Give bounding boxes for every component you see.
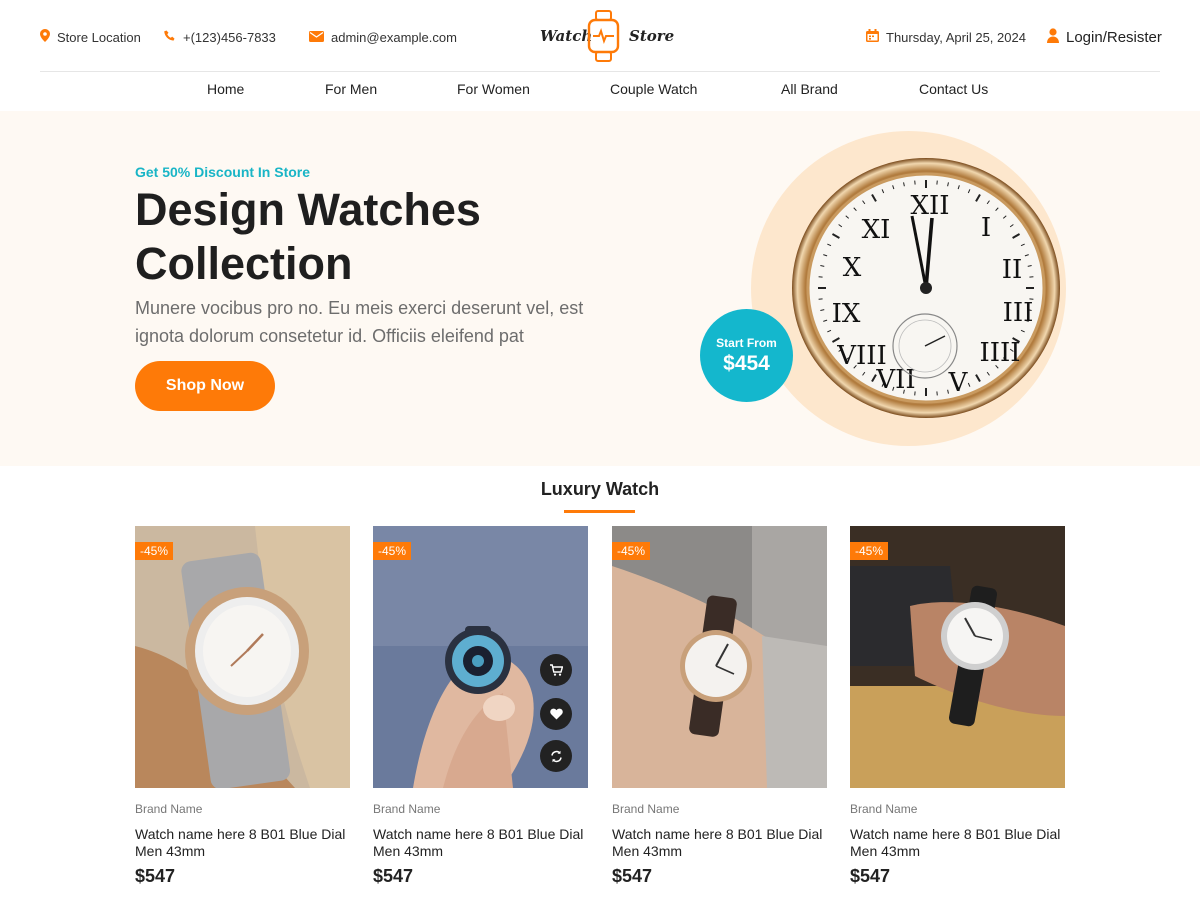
- phone-number: +(123)456-7833: [183, 29, 276, 45]
- logo-text-left: Watch: [540, 27, 593, 45]
- login-label: Login/Resister: [1066, 28, 1162, 46]
- pocket-watch-image: XII I II III IIII V VII VIII IX X XI: [790, 156, 1070, 424]
- main-nav: Home For Men For Women Couple Watch All …: [0, 73, 1200, 111]
- promo-text: Get 50% Discount In Store: [135, 164, 311, 180]
- svg-text:IIII: IIII: [979, 338, 1020, 368]
- map-pin-icon: [40, 29, 50, 45]
- hero-description: Munere vocibus pro no. Eu meis exerci de…: [135, 298, 584, 346]
- store-location-link[interactable]: Store Location: [40, 27, 141, 47]
- site-logo[interactable]: Watch Store: [540, 10, 674, 67]
- product-card[interactable]: -45% Brand Name Watch name here 8 B01 Bl…: [612, 526, 827, 896]
- product-name[interactable]: Watch name here 8 B01 Blue Dial Men 43mm: [135, 826, 350, 860]
- product-price: $547: [373, 866, 414, 886]
- product-price: $547: [612, 866, 653, 886]
- svg-text:VIII: VIII: [836, 341, 887, 371]
- section-title: Luxury Watch: [540, 479, 660, 499]
- nav-item-couple-watch[interactable]: Couple Watch: [610, 81, 697, 97]
- watch-logo-icon: [587, 10, 620, 67]
- discount-badge: -45%: [850, 542, 889, 560]
- product-image[interactable]: -45%: [373, 526, 588, 788]
- add-to-cart-button[interactable]: [540, 654, 572, 686]
- brand-name: Brand Name: [850, 802, 918, 816]
- heart-icon: [549, 708, 563, 720]
- svg-text:I: I: [981, 213, 991, 243]
- discount-badge: -45%: [373, 542, 412, 560]
- phone-link[interactable]: +(123)456-7833: [164, 27, 276, 47]
- product-name[interactable]: Watch name here 8 B01 Blue Dial Men 43mm: [850, 826, 1065, 860]
- svg-text:X: X: [843, 253, 862, 283]
- calendar-icon: [866, 29, 879, 45]
- product-card[interactable]: -45% Brand Name Watch name here 8 B01 Bl…: [850, 526, 1065, 896]
- hero-title: Design Watches Collection: [135, 183, 655, 291]
- product-image[interactable]: -45%: [850, 526, 1065, 788]
- email-link[interactable]: admin@example.com: [309, 27, 457, 47]
- logo-text-right: Store: [629, 27, 675, 45]
- nav-item-for-women[interactable]: For Women: [457, 81, 530, 97]
- nav-item-all-brand[interactable]: All Brand: [781, 81, 838, 97]
- nav-item-home[interactable]: Home: [207, 81, 244, 97]
- hero-title-line-2: Collection: [135, 238, 353, 289]
- cart-icon: [549, 664, 563, 676]
- mail-icon: [309, 30, 324, 45]
- discount-badge: -45%: [135, 542, 174, 560]
- badge-label: Start From: [716, 335, 777, 350]
- svg-text:III: III: [1003, 298, 1034, 328]
- product-card[interactable]: -45% Brand Name Watch name here 8 B01 Bl…: [135, 526, 350, 896]
- product-image[interactable]: -45%: [612, 526, 827, 788]
- section-title-underline: [564, 510, 635, 513]
- nav-item-contact-us[interactable]: Contact Us: [919, 81, 988, 97]
- nav-item-for-men[interactable]: For Men: [325, 81, 377, 97]
- email-address: admin@example.com: [331, 29, 457, 45]
- svg-text:V: V: [948, 368, 969, 398]
- hero-title-line-1: Design Watches: [135, 184, 481, 235]
- discount-badge: -45%: [612, 542, 651, 560]
- product-name[interactable]: Watch name here 8 B01 Blue Dial Men 43mm: [373, 826, 588, 860]
- add-to-wishlist-button[interactable]: [540, 698, 572, 730]
- hero-banner: Get 50% Discount In Store Design Watches…: [0, 111, 1200, 466]
- date-text: Thursday, April 25, 2024: [886, 29, 1026, 45]
- svg-text:II: II: [1002, 255, 1023, 285]
- product-name[interactable]: Watch name here 8 B01 Blue Dial Men 43mm: [612, 826, 827, 860]
- svg-text:XI: XI: [862, 215, 891, 245]
- brand-name: Brand Name: [373, 802, 441, 816]
- phone-icon: [164, 30, 176, 45]
- brand-name: Brand Name: [612, 802, 680, 816]
- svg-text:XII: XII: [910, 191, 949, 221]
- shop-now-button[interactable]: Shop Now: [135, 361, 275, 411]
- store-location-label: Store Location: [57, 29, 141, 45]
- svg-text:IX: IX: [832, 299, 861, 329]
- login-link[interactable]: Login/Resister: [1047, 27, 1162, 47]
- compare-button[interactable]: [540, 740, 572, 772]
- refresh-icon: [550, 750, 563, 763]
- badge-price: $454: [723, 351, 770, 375]
- product-price: $547: [135, 866, 176, 886]
- product-image[interactable]: -45%: [135, 526, 350, 788]
- user-icon: [1047, 27, 1059, 47]
- start-from-price-badge: Start From $454: [700, 309, 793, 402]
- product-price: $547: [850, 866, 891, 886]
- product-card[interactable]: -45% Brand Name Watch name here 8 B01 Bl…: [373, 526, 588, 896]
- date-display: Thursday, April 25, 2024: [866, 27, 1026, 47]
- brand-name: Brand Name: [135, 802, 203, 816]
- top-bar: Store Location +(123)456-7833 admin@exam…: [40, 0, 1162, 72]
